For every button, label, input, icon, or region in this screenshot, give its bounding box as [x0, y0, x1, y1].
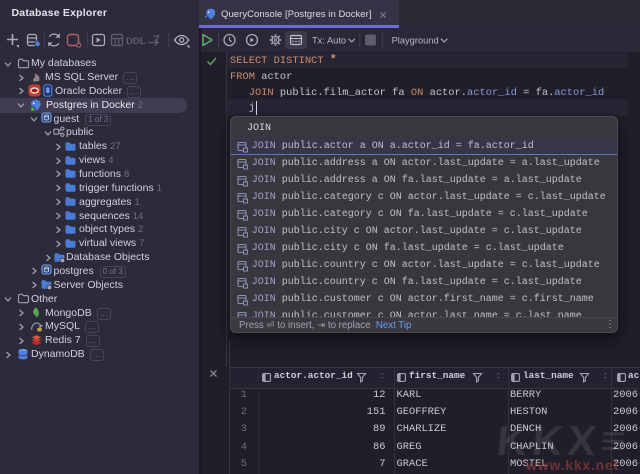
svg-text:Tx: Auto: Tx: Auto [312, 36, 346, 46]
svg-text:Playground: Playground [392, 36, 439, 46]
